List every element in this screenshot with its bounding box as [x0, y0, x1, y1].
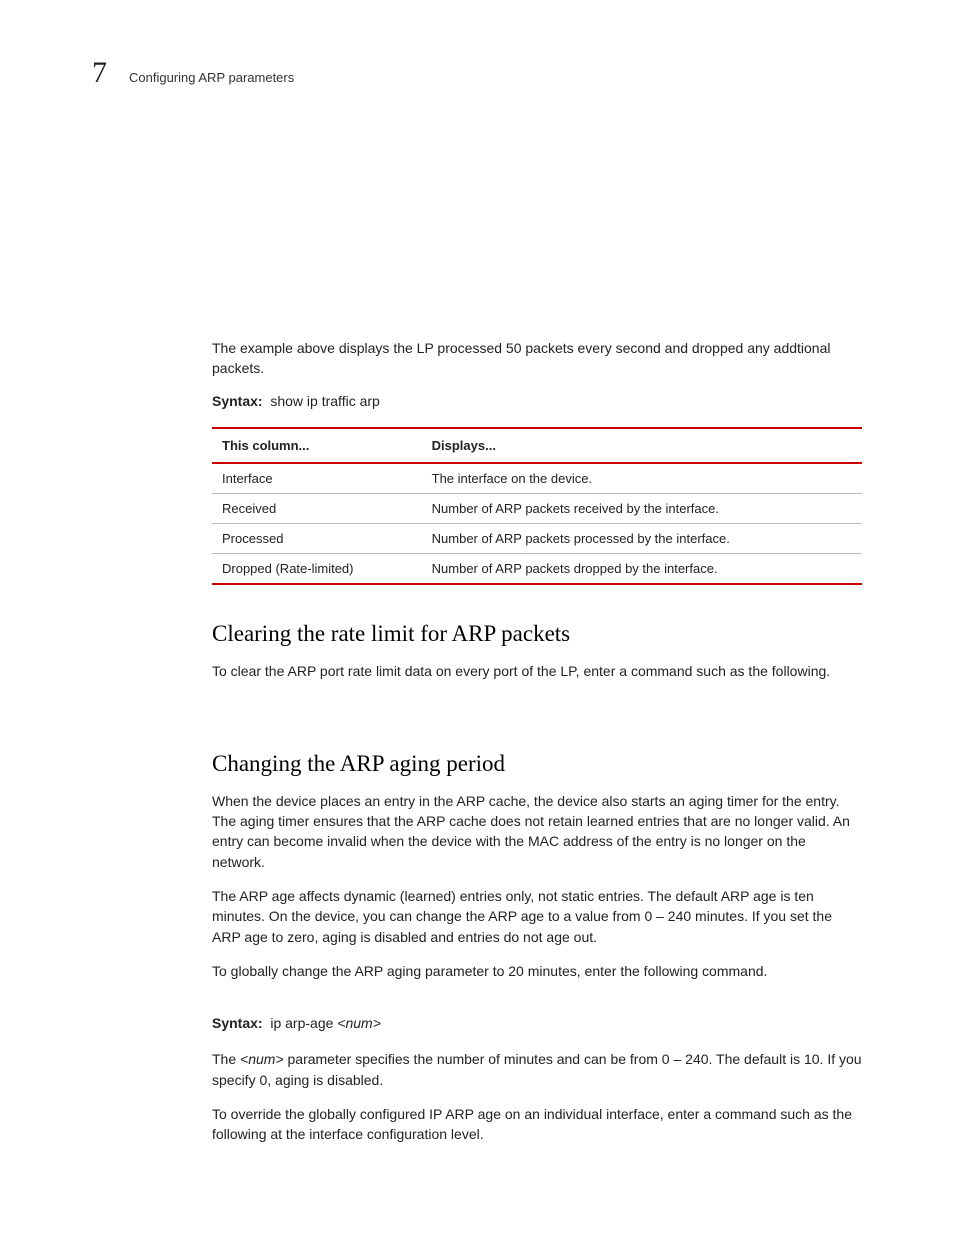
syntax-label: Syntax:: [212, 1015, 263, 1031]
chapter-number: 7: [92, 58, 107, 88]
section2-para5: To override the globally configured IP A…: [212, 1104, 862, 1145]
table-cell: Number of ARP packets dropped by the int…: [422, 553, 862, 584]
table-header-row: This column... Displays...: [212, 428, 862, 463]
table-row: Dropped (Rate-limited) Number of ARP pac…: [212, 553, 862, 584]
para4-pre: The: [212, 1051, 240, 1067]
section1-paragraph: To clear the ARP port rate limit data on…: [212, 661, 862, 681]
table-row: Interface The interface on the device.: [212, 463, 862, 494]
table-cell: Number of ARP packets received by the in…: [422, 493, 862, 523]
syntax-arg: <num>: [337, 1015, 381, 1031]
chapter-title: Configuring ARP parameters: [129, 70, 294, 85]
para4-arg: <num>: [240, 1051, 284, 1067]
running-head: 7 Configuring ARP parameters: [92, 58, 862, 88]
syntax-label: Syntax:: [212, 393, 263, 409]
table-header: Displays...: [422, 428, 862, 463]
table-cell: Number of ARP packets processed by the i…: [422, 523, 862, 553]
table-cell: Received: [212, 493, 422, 523]
table-cell: The interface on the device.: [422, 463, 862, 494]
section2-para2: The ARP age affects dynamic (learned) en…: [212, 886, 862, 947]
display-table: This column... Displays... Interface The…: [212, 427, 862, 585]
content-column: The example above displays the LP proces…: [92, 338, 862, 1144]
section-heading-clearing: Clearing the rate limit for ARP packets: [212, 621, 862, 647]
syntax-line-2: Syntax: ip arp-age <num>: [212, 1015, 862, 1031]
section2-para4: The <num> parameter specifies the number…: [212, 1049, 862, 1090]
page: 7 Configuring ARP parameters The example…: [0, 0, 954, 1235]
table-cell: Processed: [212, 523, 422, 553]
table-cell: Dropped (Rate-limited): [212, 553, 422, 584]
section2-para1: When the device places an entry in the A…: [212, 791, 862, 872]
table-row: Processed Number of ARP packets processe…: [212, 523, 862, 553]
para4-post: parameter specifies the number of minute…: [212, 1051, 862, 1087]
syntax-command-text: show ip traffic arp: [270, 393, 379, 409]
syntax-line-1: Syntax: show ip traffic arp: [212, 393, 862, 409]
table-cell: Interface: [212, 463, 422, 494]
table-row: Received Number of ARP packets received …: [212, 493, 862, 523]
table-header: This column...: [212, 428, 422, 463]
intro-paragraph: The example above displays the LP proces…: [212, 338, 862, 379]
syntax-command: ip arp-age: [270, 1015, 333, 1031]
section-heading-changing: Changing the ARP aging period: [212, 751, 862, 777]
section2-para3: To globally change the ARP aging paramet…: [212, 961, 862, 981]
